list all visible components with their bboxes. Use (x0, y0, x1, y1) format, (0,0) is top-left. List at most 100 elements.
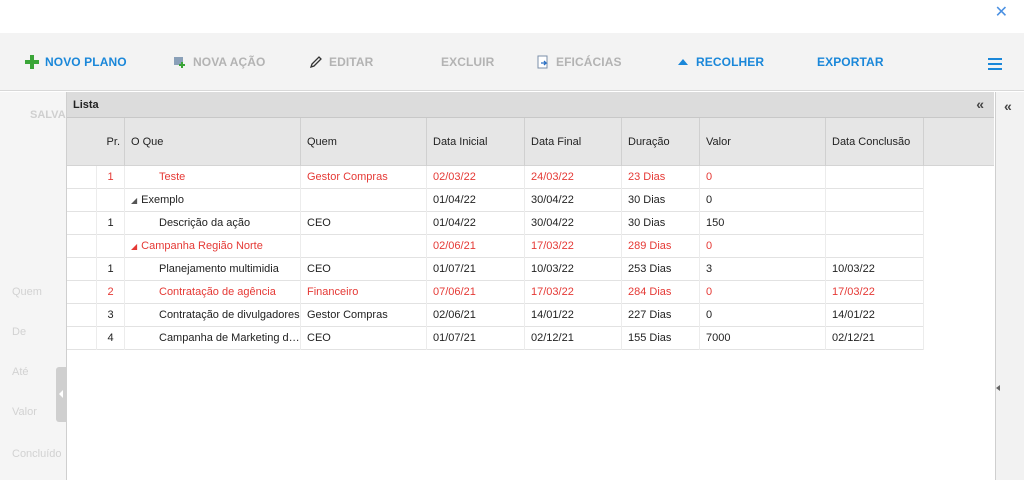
cell-quem (301, 189, 427, 212)
cell-inicio: 01/04/22 (427, 212, 525, 235)
cell-conclusao (826, 212, 924, 235)
cell-fim: 17/03/22 (525, 235, 622, 258)
table-row[interactable]: 2 Contratação de agência Financeiro 07/06/2… (67, 281, 924, 304)
column-header-who[interactable]: Quem (301, 118, 427, 166)
cell-conclusao: 02/12/21 (826, 327, 924, 350)
column-header-duration[interactable]: Duração (622, 118, 700, 166)
cell-text: Teste (159, 171, 186, 183)
cell-text: Campanha de Marketing di... (159, 332, 301, 344)
cell-fim: 14/01/22 (525, 304, 622, 327)
column-header-value[interactable]: Valor (700, 118, 826, 166)
export-button[interactable]: EXPORTAR (817, 55, 884, 69)
new-action-button[interactable]: NOVA AÇÃO (173, 55, 265, 69)
new-plan-button[interactable]: NOVO PLANO (25, 55, 127, 69)
cell-duracao: 289 Dias (622, 235, 700, 258)
cell-duracao: 253 Dias (622, 258, 700, 281)
cell-text: Planejamento multimidia (159, 263, 279, 275)
cell-oque: Descrição da ação (125, 212, 301, 235)
cell-duracao: 227 Dias (622, 304, 700, 327)
cell-fim: 24/03/22 (525, 166, 622, 189)
table-row[interactable]: 3 Contratação de divulgadores Gestor Compr… (67, 304, 924, 327)
column-header-end-date[interactable]: Data Final (525, 118, 622, 166)
row-lead-cell (67, 235, 97, 258)
cell-pr: 2 (97, 281, 125, 304)
group-row[interactable]: ◢ Exemplo 01/04/22 30/04/22 30 Dias 0 (67, 189, 924, 212)
cell-duracao: 155 Dias (622, 327, 700, 350)
cell-valor: 3 (700, 258, 826, 281)
cell-conclusao: 10/03/22 (826, 258, 924, 281)
cell-conclusao (826, 235, 924, 258)
cell-pr: 1 (97, 258, 125, 281)
expand-arrow-icon[interactable] (996, 385, 1000, 391)
table-row[interactable]: 1 Planejamento multimidia CEO 01/07/21 10/03… (67, 258, 924, 281)
column-header-completion-date[interactable]: Data Conclusão (826, 118, 924, 166)
double-chevron-left-icon[interactable]: « (1004, 98, 1012, 114)
efficacy-button[interactable]: EFICÁCIAS (536, 55, 622, 69)
delete-label: EXCLUIR (441, 55, 495, 69)
delete-button[interactable]: EXCLUIR (441, 55, 494, 69)
document-arrow-icon (536, 55, 550, 69)
cell-pr (97, 235, 125, 258)
cell-conclusao: 14/01/22 (826, 304, 924, 327)
row-lead-cell (67, 189, 97, 212)
cell-fim: 30/04/22 (525, 189, 622, 212)
cell-duracao: 284 Dias (622, 281, 700, 304)
cell-valor: 7000 (700, 327, 826, 350)
cell-oque: Planejamento multimidia (125, 258, 301, 281)
list-title: Lista (73, 99, 99, 111)
double-chevron-left-icon[interactable]: « (976, 96, 984, 112)
expand-caret-icon[interactable]: ◢ (131, 236, 137, 258)
column-header-priority[interactable]: Pr. (97, 118, 125, 166)
filter-label-value: Valor (12, 406, 37, 418)
row-lead-cell (67, 327, 97, 350)
collapse-all-label: RECOLHER (696, 55, 765, 69)
column-header-what[interactable]: O Que (125, 118, 301, 166)
cell-pr: 3 (97, 304, 125, 327)
cell-oque: Contratação de divulgadores (125, 304, 301, 327)
cell-pr (97, 189, 125, 212)
toolbar: NOVO PLANO NOVA AÇÃO EDITAR EXCLUIR EFIC… (0, 33, 1024, 91)
cell-text: Contratação de divulgadores (159, 309, 300, 321)
column-header-start-date[interactable]: Data Inicial (427, 118, 525, 166)
cell-text: Descrição da ação (159, 217, 251, 229)
cell-valor: 0 (700, 235, 826, 258)
cell-quem (301, 235, 427, 258)
cell-quem: Gestor Compras (301, 166, 427, 189)
cell-fim: 17/03/22 (525, 281, 622, 304)
table-row[interactable]: 1 Teste Gestor Compras 02/03/22 24/03/22 23 D… (67, 166, 924, 189)
table-row[interactable]: 1 Descrição da ação CEO 01/04/22 30/04/22 30 … (67, 212, 924, 235)
cell-fim: 02/12/21 (525, 327, 622, 350)
cell-pr: 4 (97, 327, 125, 350)
save-button[interactable]: SALVA (30, 109, 66, 121)
row-lead-cell (67, 304, 97, 327)
cell-quem: CEO (301, 327, 427, 350)
row-lead-cell (67, 166, 97, 189)
row-lead-cell (67, 281, 97, 304)
table-row[interactable]: 4 Campanha de Marketing di... CEO 01/07/21 0… (67, 327, 924, 350)
new-plan-label: NOVO PLANO (45, 55, 127, 69)
pencil-icon (309, 55, 323, 69)
edit-button[interactable]: EDITAR (309, 55, 373, 69)
green-plus-icon (25, 55, 39, 69)
cell-conclusao (826, 166, 924, 189)
grid-column-header: Pr. O Que Quem Data Inicial Data Final D… (67, 118, 994, 166)
collapse-all-button[interactable]: RECOLHER (676, 55, 764, 69)
export-label: EXPORTAR (817, 55, 884, 69)
filter-label-from: De (12, 326, 27, 338)
row-lead-cell (67, 258, 97, 281)
add-action-icon (173, 55, 187, 69)
cell-fim: 10/03/22 (525, 258, 622, 281)
panel-resize-handle[interactable] (56, 367, 66, 422)
triangle-up-icon (676, 55, 690, 69)
group-row[interactable]: ◢ Campanha Região Norte 02/06/21 17/03/22 28… (67, 235, 924, 258)
list-panel: Lista « Pr. O Que Quem Data Inicial Data… (66, 92, 994, 480)
cell-text: Campanha Região Norte (141, 240, 263, 252)
cell-valor: 0 (700, 166, 826, 189)
close-icon[interactable]: ✕ (995, 2, 1008, 22)
cell-valor: 0 (700, 189, 826, 212)
cell-inicio: 07/06/21 (427, 281, 525, 304)
cell-fim: 30/04/22 (525, 212, 622, 235)
cell-pr: 1 (97, 212, 125, 235)
expand-caret-icon[interactable]: ◢ (131, 190, 137, 212)
menu-icon[interactable] (988, 58, 1002, 70)
